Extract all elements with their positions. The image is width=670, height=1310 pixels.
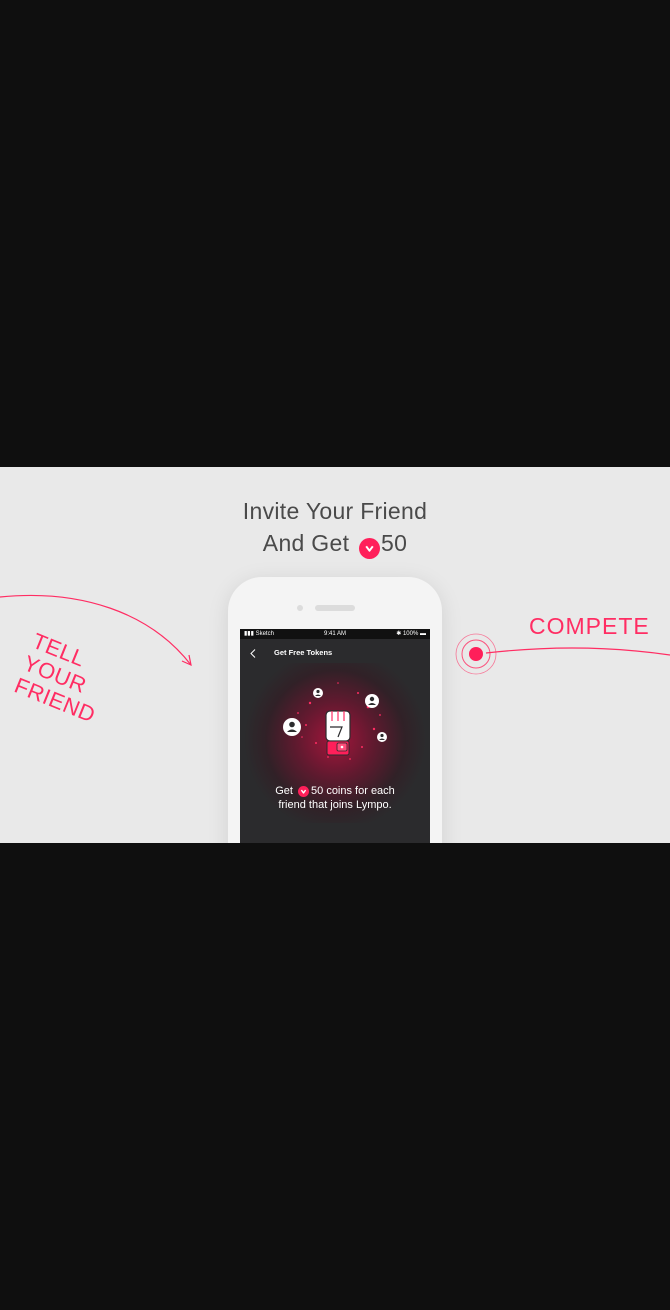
invite-message: Get 50 coins for each friend that joins … <box>240 784 430 812</box>
message-line-2: friend that joins Lympo. <box>278 799 392 811</box>
promo-banner: Invite Your Friend And Get 50 TELL YOUR … <box>0 467 670 843</box>
fist-icon <box>325 710 351 756</box>
headline: Invite Your Friend And Get 50 <box>0 495 670 559</box>
headline-line-1: Invite Your Friend <box>242 498 428 524</box>
phone-camera <box>297 605 303 611</box>
compete-curve <box>485 647 670 656</box>
friend-avatar-icon <box>283 718 301 736</box>
headline-prefix: And Get <box>262 530 350 556</box>
headline-amount: 50 <box>381 530 408 556</box>
message-suffix: coins for each <box>326 785 395 797</box>
status-bar: ▮▮▮ Sketch 9:41 AM ✱ 100% ▬ <box>240 629 430 639</box>
back-chevron-icon[interactable] <box>250 649 256 658</box>
target-pulse-icon <box>455 633 497 675</box>
coin-icon <box>359 538 380 559</box>
message-prefix: Get <box>275 785 293 797</box>
invite-illustration <box>283 682 387 760</box>
phone-screen: ▮▮▮ Sketch 9:41 AM ✱ 100% ▬ Get Free Tok… <box>240 629 430 843</box>
friend-avatar-icon <box>365 694 379 708</box>
headline-line-2: And Get 50 <box>0 527 670 559</box>
phone-mockup: ▮▮▮ Sketch 9:41 AM ✱ 100% ▬ Get Free Tok… <box>228 577 442 843</box>
friend-avatar-icon <box>313 688 323 698</box>
nav-title: Get Free Tokens <box>274 648 333 657</box>
compete-label: COMPETE <box>529 613 650 639</box>
phone-speaker <box>315 605 355 611</box>
friend-avatar-icon <box>377 732 387 742</box>
coin-icon <box>298 786 309 797</box>
status-battery: ✱ 100% ▬ <box>396 631 426 637</box>
nav-bar: Get Free Tokens <box>240 643 430 663</box>
message-amount: 50 <box>311 785 324 797</box>
